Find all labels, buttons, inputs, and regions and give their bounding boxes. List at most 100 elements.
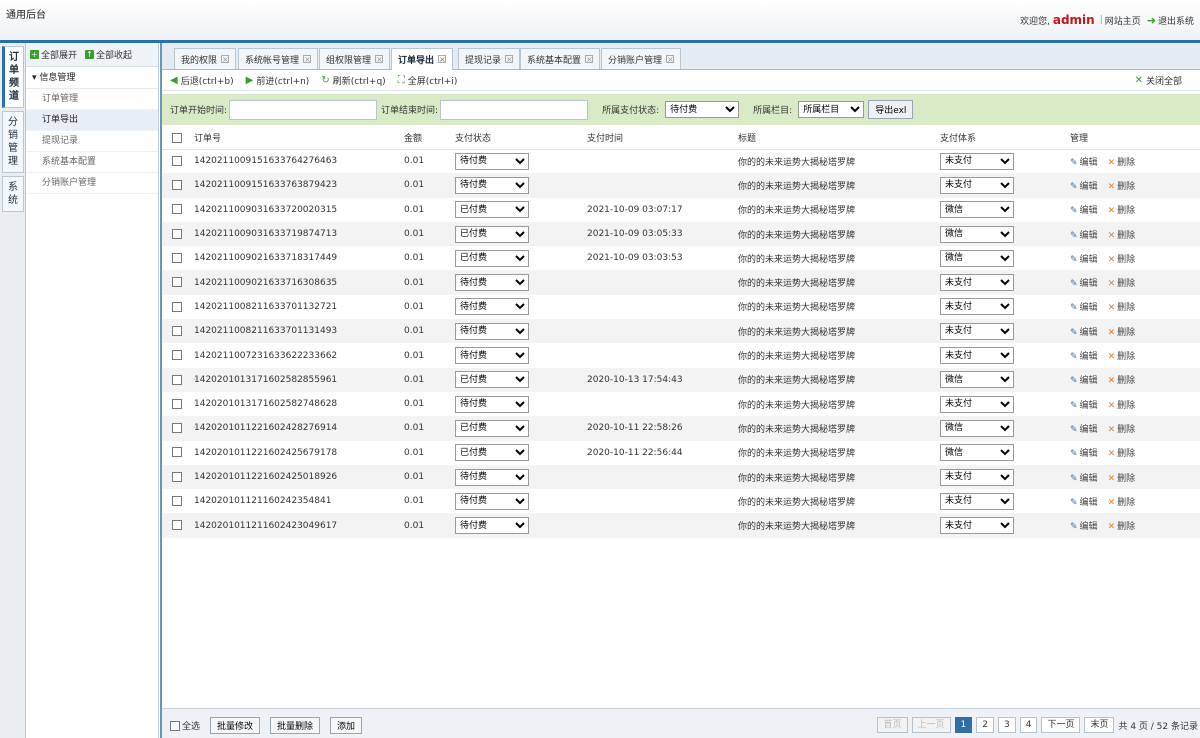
edit-button[interactable]: ✎ 编辑 bbox=[1070, 449, 1098, 459]
edit-button[interactable]: ✎ 编辑 bbox=[1070, 522, 1098, 532]
edit-button[interactable]: ✎ 编辑 bbox=[1070, 352, 1098, 362]
collapse-all-button[interactable]: ↑ 全部收起 bbox=[85, 48, 132, 61]
export-excel-button[interactable]: 导出exl bbox=[868, 100, 914, 119]
site-home-link[interactable]: 网站主页 bbox=[1105, 14, 1141, 27]
edit-button[interactable]: ✎ 编辑 bbox=[1070, 182, 1098, 192]
pay-status-select[interactable]: 已付费 bbox=[455, 371, 529, 389]
row-checkbox[interactable] bbox=[172, 374, 182, 385]
pay-status-select[interactable]: 待付费 bbox=[455, 322, 529, 340]
pay-status-select[interactable]: 待付费 bbox=[455, 274, 529, 292]
delete-button[interactable]: ✕ 删除 bbox=[1108, 522, 1136, 532]
end-time-input[interactable] bbox=[440, 99, 589, 120]
page-1-button[interactable]: 1 bbox=[954, 717, 973, 733]
close-icon[interactable]: × bbox=[505, 55, 514, 64]
pay-status-select[interactable]: 待付费 bbox=[455, 517, 529, 535]
close-icon[interactable]: × bbox=[438, 55, 447, 64]
pay-status-select[interactable]: 已付费 bbox=[455, 444, 529, 462]
delete-button[interactable]: ✕ 删除 bbox=[1108, 255, 1136, 265]
pay-status-select[interactable]: 已付费 bbox=[455, 225, 529, 243]
delete-button[interactable]: ✕ 删除 bbox=[1108, 182, 1136, 192]
row-checkbox[interactable] bbox=[172, 350, 182, 361]
select-all-checkbox[interactable] bbox=[170, 720, 180, 731]
tab-withdraw-records[interactable]: 提现记录 × bbox=[458, 48, 521, 69]
row-checkbox[interactable] bbox=[172, 156, 182, 167]
select-all-checkbox-header[interactable] bbox=[172, 132, 182, 143]
delete-button[interactable]: ✕ 删除 bbox=[1108, 279, 1136, 289]
close-icon[interactable]: × bbox=[585, 55, 594, 64]
batch-edit-button[interactable]: 批量修改 bbox=[210, 717, 261, 734]
pay-system-select[interactable]: 未支付 bbox=[940, 347, 1014, 365]
expand-all-button[interactable]: + 全部展开 bbox=[30, 48, 77, 61]
edit-button[interactable]: ✎ 编辑 bbox=[1070, 279, 1098, 289]
sidebar-item-order-manage[interactable]: 订单管理 bbox=[26, 89, 158, 110]
delete-button[interactable]: ✕ 删除 bbox=[1108, 376, 1136, 386]
pay-system-select[interactable]: 未支付 bbox=[940, 492, 1014, 510]
row-checkbox[interactable] bbox=[172, 204, 182, 215]
pay-status-select[interactable]: 已付费 bbox=[455, 419, 529, 437]
edit-button[interactable]: ✎ 编辑 bbox=[1070, 328, 1098, 338]
pay-status-select[interactable]: 待付费 bbox=[455, 395, 529, 413]
forward-button[interactable]: ▶ 前进(ctrl+n) bbox=[246, 74, 310, 87]
pay-system-select[interactable]: 未支付 bbox=[940, 517, 1014, 535]
tab-system-config[interactable]: 系统基本配置 × bbox=[520, 48, 601, 69]
close-all-button[interactable]: ✕ 关闭全部 bbox=[1135, 74, 1182, 87]
delete-button[interactable]: ✕ 删除 bbox=[1108, 474, 1136, 484]
pay-system-select[interactable]: 未支付 bbox=[940, 274, 1014, 292]
delete-button[interactable]: ✕ 删除 bbox=[1108, 498, 1136, 508]
row-checkbox[interactable] bbox=[172, 496, 182, 507]
delete-button[interactable]: ✕ 删除 bbox=[1108, 401, 1136, 411]
prev-page-button[interactable]: 上一页 bbox=[911, 717, 951, 733]
row-checkbox[interactable] bbox=[172, 301, 182, 312]
row-checkbox[interactable] bbox=[172, 277, 182, 288]
vtab-order-channel[interactable]: 订单频道 bbox=[2, 46, 24, 108]
sidebar-item-distribution-account[interactable]: 分销账户管理 bbox=[26, 173, 158, 194]
delete-button[interactable]: ✕ 删除 bbox=[1108, 158, 1136, 168]
row-checkbox[interactable] bbox=[172, 398, 182, 409]
edit-button[interactable]: ✎ 编辑 bbox=[1070, 303, 1098, 313]
edit-button[interactable]: ✎ 编辑 bbox=[1070, 401, 1098, 411]
first-page-button[interactable]: 首页 bbox=[877, 717, 908, 733]
tab-distribution-accounts[interactable]: 分销账户管理 × bbox=[601, 48, 682, 69]
column-select[interactable]: 所属栏目 bbox=[798, 101, 865, 118]
sidebar-item-withdraw[interactable]: 提现记录 bbox=[26, 131, 158, 152]
pay-status-select[interactable]: 待付费 bbox=[455, 176, 529, 194]
tab-order-export[interactable]: 订单导出 × bbox=[391, 48, 454, 70]
delete-button[interactable]: ✕ 删除 bbox=[1108, 449, 1136, 459]
row-checkbox[interactable] bbox=[172, 423, 182, 434]
last-page-button[interactable]: 末页 bbox=[1084, 717, 1115, 733]
pay-status-select[interactable]: 待付费 bbox=[665, 101, 740, 118]
delete-button[interactable]: ✕ 删除 bbox=[1108, 328, 1136, 338]
fullscreen-button[interactable]: ⛶ 全屏(ctrl+i) bbox=[398, 74, 458, 87]
sidebar-group-info[interactable]: ▾ 信息管理 bbox=[26, 67, 158, 89]
pay-status-select[interactable]: 待付费 bbox=[455, 152, 529, 170]
pay-system-select[interactable]: 未支付 bbox=[940, 298, 1014, 316]
refresh-button[interactable]: ↻ 刷新(ctrl+q) bbox=[321, 74, 385, 87]
pay-status-select[interactable]: 待付费 bbox=[455, 468, 529, 486]
tab-system-accounts[interactable]: 系统帐号管理 × bbox=[238, 48, 319, 69]
tab-my-permissions[interactable]: 我的权限 × bbox=[174, 48, 237, 69]
row-checkbox[interactable] bbox=[172, 228, 182, 239]
pay-system-select[interactable]: 未支付 bbox=[940, 322, 1014, 340]
pay-system-select[interactable]: 微信 bbox=[940, 225, 1014, 243]
start-time-input[interactable] bbox=[229, 99, 378, 120]
vtab-system[interactable]: 系统 bbox=[2, 176, 24, 212]
row-checkbox[interactable] bbox=[172, 471, 182, 482]
edit-button[interactable]: ✎ 编辑 bbox=[1070, 158, 1098, 168]
sidebar-item-order-export[interactable]: 订单导出 bbox=[26, 110, 158, 131]
pay-status-select[interactable]: 已付费 bbox=[455, 201, 529, 219]
edit-button[interactable]: ✎ 编辑 bbox=[1070, 498, 1098, 508]
pay-status-select[interactable]: 待付费 bbox=[455, 298, 529, 316]
pay-status-select[interactable]: 已付费 bbox=[455, 249, 529, 267]
back-button[interactable]: ◀ 后退(ctrl+b) bbox=[170, 74, 234, 87]
pay-system-select[interactable]: 微信 bbox=[940, 444, 1014, 462]
page-3-button[interactable]: 3 bbox=[997, 717, 1016, 733]
edit-button[interactable]: ✎ 编辑 bbox=[1070, 425, 1098, 435]
tab-group-permissions[interactable]: 组权限管理 × bbox=[319, 48, 391, 69]
edit-button[interactable]: ✎ 编辑 bbox=[1070, 474, 1098, 484]
logout-link[interactable]: 退出系统 bbox=[1158, 14, 1194, 27]
row-checkbox[interactable] bbox=[172, 325, 182, 336]
delete-button[interactable]: ✕ 删除 bbox=[1108, 303, 1136, 313]
batch-delete-button[interactable]: 批量删除 bbox=[270, 717, 321, 734]
pay-system-select[interactable]: 未支付 bbox=[940, 395, 1014, 413]
edit-button[interactable]: ✎ 编辑 bbox=[1070, 376, 1098, 386]
